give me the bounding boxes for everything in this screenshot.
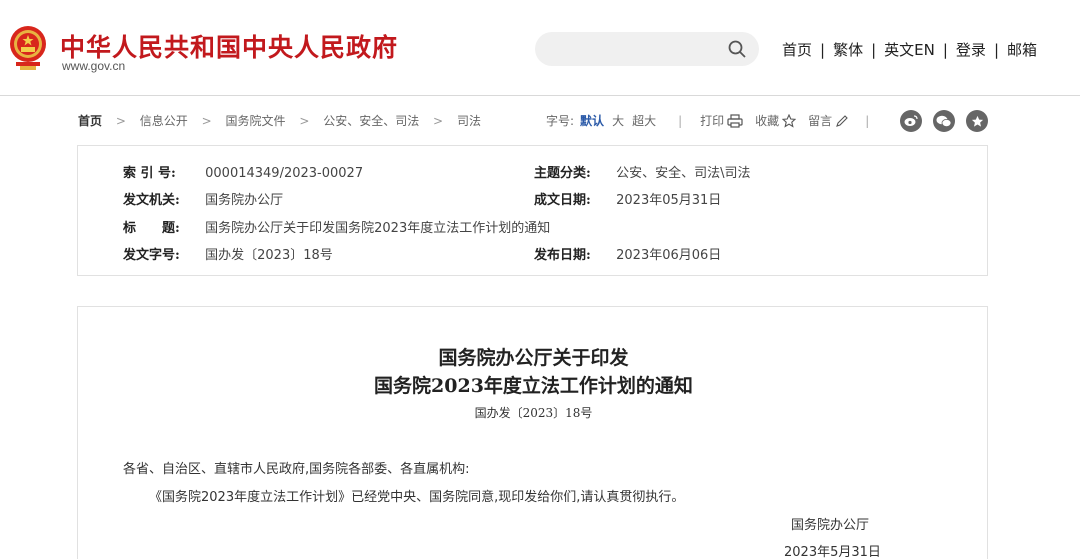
pencil-icon — [836, 114, 848, 127]
search-box — [535, 32, 759, 66]
share-icons — [900, 110, 999, 132]
comment-label: 留言 — [808, 114, 833, 128]
top-nav: 首页 | 繁体 | 英文EN | 登录 | 邮箱 — [782, 39, 1037, 60]
nav-separator: | — [820, 40, 826, 59]
nav-separator: | — [871, 40, 877, 59]
tools-separator: | — [678, 113, 683, 128]
publish-date-value: 2023年06月06日 — [616, 248, 722, 263]
print-label: 打印 — [700, 114, 725, 128]
doc-number-label: 发文字号: — [123, 248, 180, 263]
title-label: 标 题: — [123, 221, 180, 236]
written-date-field: 成文日期: 2023年05月31日 — [534, 189, 721, 208]
nav-login[interactable]: 登录 — [956, 39, 986, 60]
document-date: 2023年5月31日 — [784, 545, 881, 559]
font-size-large[interactable]: 大 — [612, 112, 624, 129]
document-title-line2: 国务院2023年度立法工作计划的通知 — [374, 375, 693, 397]
breadcrumb-public-security[interactable]: 公安、安全、司法 — [323, 112, 419, 129]
index-label: 索 引 号: — [123, 166, 176, 181]
index-value: 000014349/2023-00027 — [205, 166, 364, 181]
title-value: 国务院办公厅关于印发国务院2023年度立法工作计划的通知 — [205, 221, 551, 236]
favorite-label: 收藏 — [755, 114, 780, 128]
document-title-line1: 国务院办公厅关于印发 — [438, 347, 629, 369]
comment-button[interactable]: 留言 — [808, 112, 849, 129]
category-field: 主题分类: 公安、安全、司法\司法 — [534, 162, 751, 181]
document-body: 国务院办公厅关于印发 国务院2023年度立法工作计划的通知 国办发〔2023〕1… — [77, 306, 988, 559]
search-icon[interactable] — [727, 39, 747, 59]
breadcrumb-home[interactable]: 首页 — [78, 112, 102, 129]
nav-mail[interactable]: 邮箱 — [1007, 39, 1037, 60]
document-salutation: 各省、自治区、直辖市人民政府,国务院各部委、各直属机构: — [123, 462, 470, 477]
written-date-label: 成文日期: — [534, 193, 591, 208]
nav-home[interactable]: 首页 — [782, 39, 812, 60]
site-domain: www.gov.cn — [62, 59, 126, 73]
print-button[interactable]: 打印 — [700, 112, 743, 129]
site-header: 中华人民共和国中央人民政府 www.gov.cn 首页 | 繁体 | 英文EN … — [0, 0, 1080, 96]
breadcrumb-info-public[interactable]: 信息公开 — [140, 112, 188, 129]
breadcrumb-separator: > — [433, 114, 444, 128]
search-input[interactable] — [549, 32, 719, 66]
issuer-label: 发文机关: — [123, 193, 180, 208]
issuer-value: 国务院办公厅 — [205, 193, 284, 208]
nav-separator: | — [993, 40, 999, 59]
breadcrumb-judicial[interactable]: 司法 — [457, 112, 481, 129]
breadcrumb-state-council-docs[interactable]: 国务院文件 — [225, 112, 285, 129]
font-size-default[interactable]: 默认 — [580, 112, 604, 129]
info-row-issuer: 发文机关: 国务院办公厅 成文日期: 2023年05月31日 — [123, 189, 721, 209]
wechat-icon[interactable] — [933, 110, 955, 132]
breadcrumb-separator: > — [299, 114, 310, 128]
document-paragraph: 《国务院2023年度立法工作计划》已经党中央、国务院同意,现印发给你们,请认真贯… — [149, 490, 685, 505]
favorite-button[interactable]: 收藏 — [755, 112, 797, 129]
weibo-icon[interactable] — [900, 110, 922, 132]
publish-date-field: 发布日期: 2023年06月06日 — [534, 244, 721, 263]
font-size-xlarge[interactable]: 超大 — [632, 112, 656, 129]
info-row-doc-number: 发文字号: 国办发〔2023〕18号 发布日期: 2023年06月06日 — [123, 244, 721, 264]
written-date-value: 2023年05月31日 — [616, 193, 722, 208]
font-size-label: 字号: — [546, 114, 575, 128]
publish-date-label: 发布日期: — [534, 248, 591, 263]
nav-separator: | — [942, 40, 948, 59]
breadcrumb: 首页 > 信息公开 > 国务院文件 > 公安、安全、司法 > 司法 字号: 默认… — [78, 110, 988, 132]
category-value: 公安、安全、司法\司法 — [616, 166, 751, 181]
nav-english[interactable]: 英文EN — [884, 39, 935, 60]
page-tools: 字号: 默认 大 超大 | 打印 收藏 留言 | — [546, 112, 887, 129]
star-outline-icon — [782, 113, 797, 128]
tools-separator: | — [865, 113, 870, 128]
breadcrumb-separator: > — [201, 114, 212, 128]
breadcrumb-separator: > — [115, 114, 126, 128]
printer-icon — [727, 113, 743, 128]
document-info-table: 索 引 号: 000014349/2023-00027 主题分类: 公安、安全、… — [77, 145, 988, 276]
info-row-title: 标 题: 国务院办公厅关于印发国务院2023年度立法工作计划的通知 — [123, 217, 550, 237]
category-label: 主题分类: — [534, 166, 591, 181]
doc-number-value: 国办发〔2023〕18号 — [205, 248, 333, 263]
document-number: 国办发〔2023〕18号 — [474, 406, 593, 420]
nav-traditional[interactable]: 繁体 — [833, 39, 863, 60]
star-icon[interactable] — [966, 110, 988, 132]
document-signer: 国务院办公厅 — [791, 518, 870, 533]
info-row-index: 索 引 号: 000014349/2023-00027 主题分类: 公安、安全、… — [123, 162, 751, 182]
national-emblem-icon[interactable] — [8, 24, 48, 72]
